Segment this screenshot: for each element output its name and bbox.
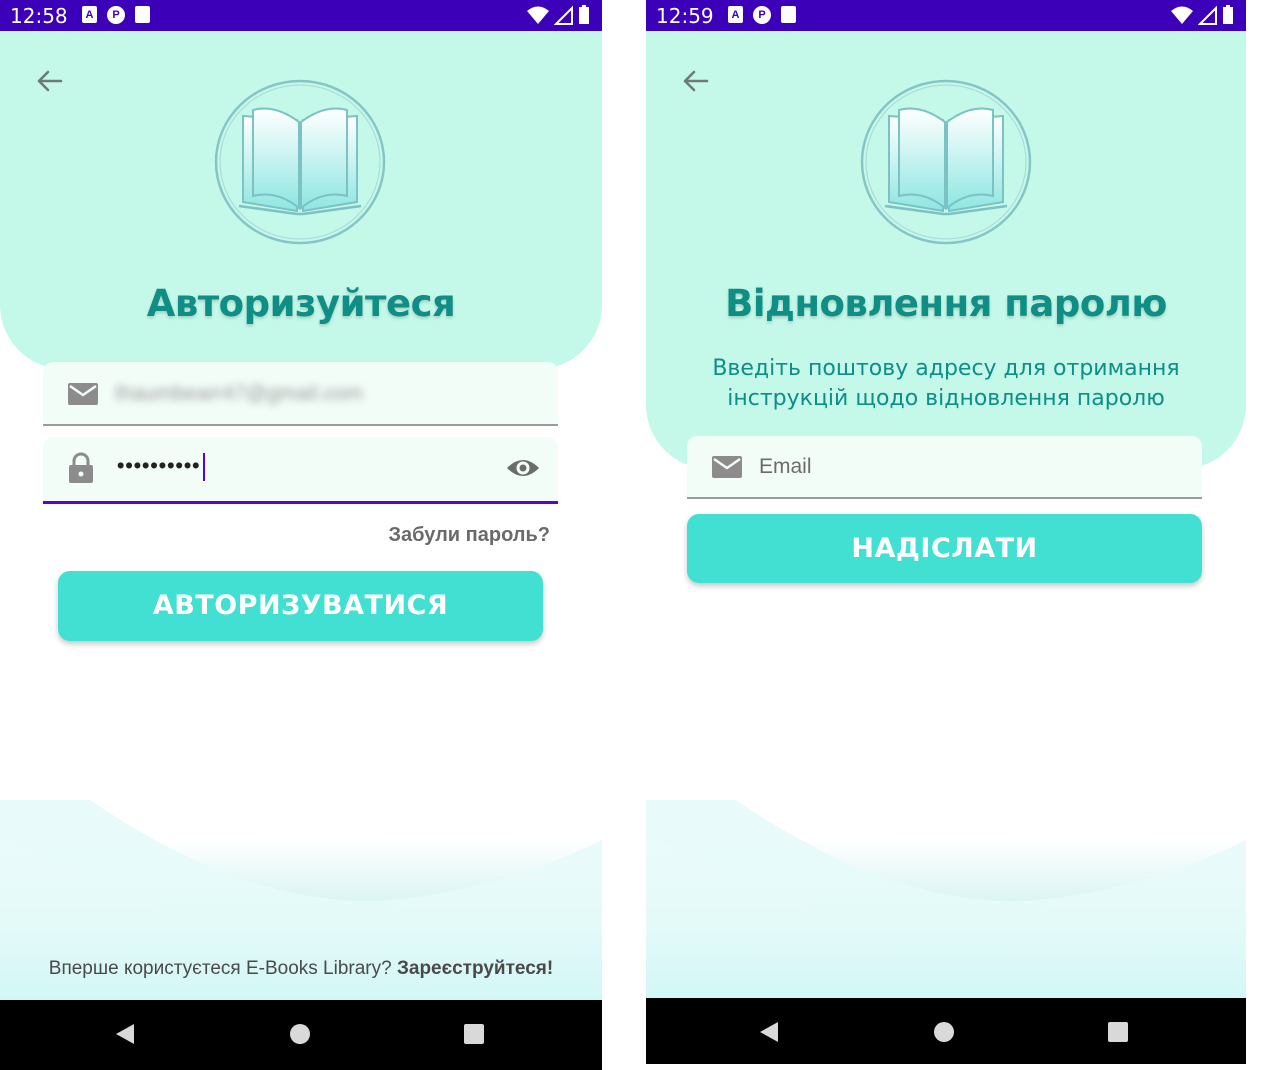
login-screen: 12:58 A P Авторизуйтеся thaumbearr47@gma… bbox=[0, 0, 602, 1070]
password-field[interactable]: •••••••••• bbox=[43, 437, 558, 504]
password-value: •••••••••• bbox=[117, 453, 205, 481]
notification-icons: A P bbox=[82, 6, 150, 24]
sd-card-icon bbox=[135, 6, 150, 23]
arrow-left-icon bbox=[37, 70, 63, 92]
register-link[interactable]: Зареєструйтеся! bbox=[397, 958, 553, 979]
sd-card-icon bbox=[781, 6, 796, 23]
wifi-icon bbox=[527, 6, 549, 24]
text-caret bbox=[202, 453, 205, 481]
password-dots: •••••••••• bbox=[117, 454, 201, 478]
book-icon bbox=[860, 79, 1032, 245]
forgot-password-link[interactable]: Забули пароль? bbox=[388, 524, 550, 547]
wifi-icon bbox=[1171, 6, 1193, 24]
arrow-left-icon bbox=[683, 70, 709, 92]
page-title: Авторизуйтеся bbox=[146, 282, 456, 325]
eye-icon[interactable] bbox=[506, 456, 540, 480]
book-icon bbox=[214, 79, 386, 245]
status-time: 12:58 bbox=[10, 4, 68, 28]
navigation-bar bbox=[0, 1000, 602, 1070]
lock-icon bbox=[69, 452, 93, 483]
signal-icon bbox=[1198, 5, 1217, 25]
notification-a-icon: A bbox=[728, 6, 743, 23]
back-nav-icon[interactable] bbox=[114, 1022, 136, 1046]
send-button[interactable]: НАДІСЛАТИ bbox=[687, 514, 1202, 583]
wave-decoration bbox=[646, 800, 1246, 1000]
mail-icon bbox=[68, 383, 98, 405]
status-bar: 12:59 A P bbox=[646, 0, 1246, 31]
email-value: thaumbearr47@gmail.com bbox=[115, 382, 363, 405]
back-button[interactable] bbox=[30, 62, 68, 100]
register-prompt-text: Вперше користуєтеся E-Books Library? bbox=[48, 958, 397, 979]
recents-nav-icon[interactable] bbox=[1107, 1020, 1129, 1044]
status-time: 12:59 bbox=[656, 4, 714, 28]
register-prompt: Вперше користуєтеся E-Books Library? Зар… bbox=[0, 958, 602, 980]
home-nav-icon[interactable] bbox=[289, 1022, 311, 1046]
page-title: Відновлення паролю bbox=[725, 282, 1167, 325]
notification-a-icon: A bbox=[82, 6, 97, 23]
mail-icon bbox=[712, 456, 742, 478]
back-nav-icon[interactable] bbox=[758, 1020, 780, 1044]
login-button[interactable]: АВТОРИЗУВАТИСЯ bbox=[58, 571, 543, 641]
signal-icon bbox=[554, 5, 573, 25]
email-field[interactable]: Email bbox=[687, 436, 1202, 499]
system-icons bbox=[526, 5, 590, 25]
notification-p-icon: P bbox=[753, 6, 771, 24]
battery-icon bbox=[1223, 5, 1233, 24]
battery-icon bbox=[579, 5, 589, 24]
page-subtitle: Введіть поштову адресу для отримання інс… bbox=[712, 356, 1180, 411]
notification-icons: A P bbox=[728, 6, 796, 24]
email-placeholder: Email bbox=[759, 455, 812, 478]
email-field[interactable]: thaumbearr47@gmail.com bbox=[43, 362, 558, 426]
system-icons bbox=[1170, 5, 1234, 25]
back-button[interactable] bbox=[676, 62, 714, 100]
recents-nav-icon[interactable] bbox=[463, 1022, 485, 1046]
home-nav-icon[interactable] bbox=[933, 1020, 955, 1044]
navigation-bar bbox=[646, 998, 1246, 1064]
notification-p-icon: P bbox=[107, 6, 125, 24]
password-recovery-screen: 12:59 A P Відновлення паролю Введіть пош… bbox=[646, 0, 1246, 1064]
status-bar: 12:58 A P bbox=[0, 0, 602, 31]
